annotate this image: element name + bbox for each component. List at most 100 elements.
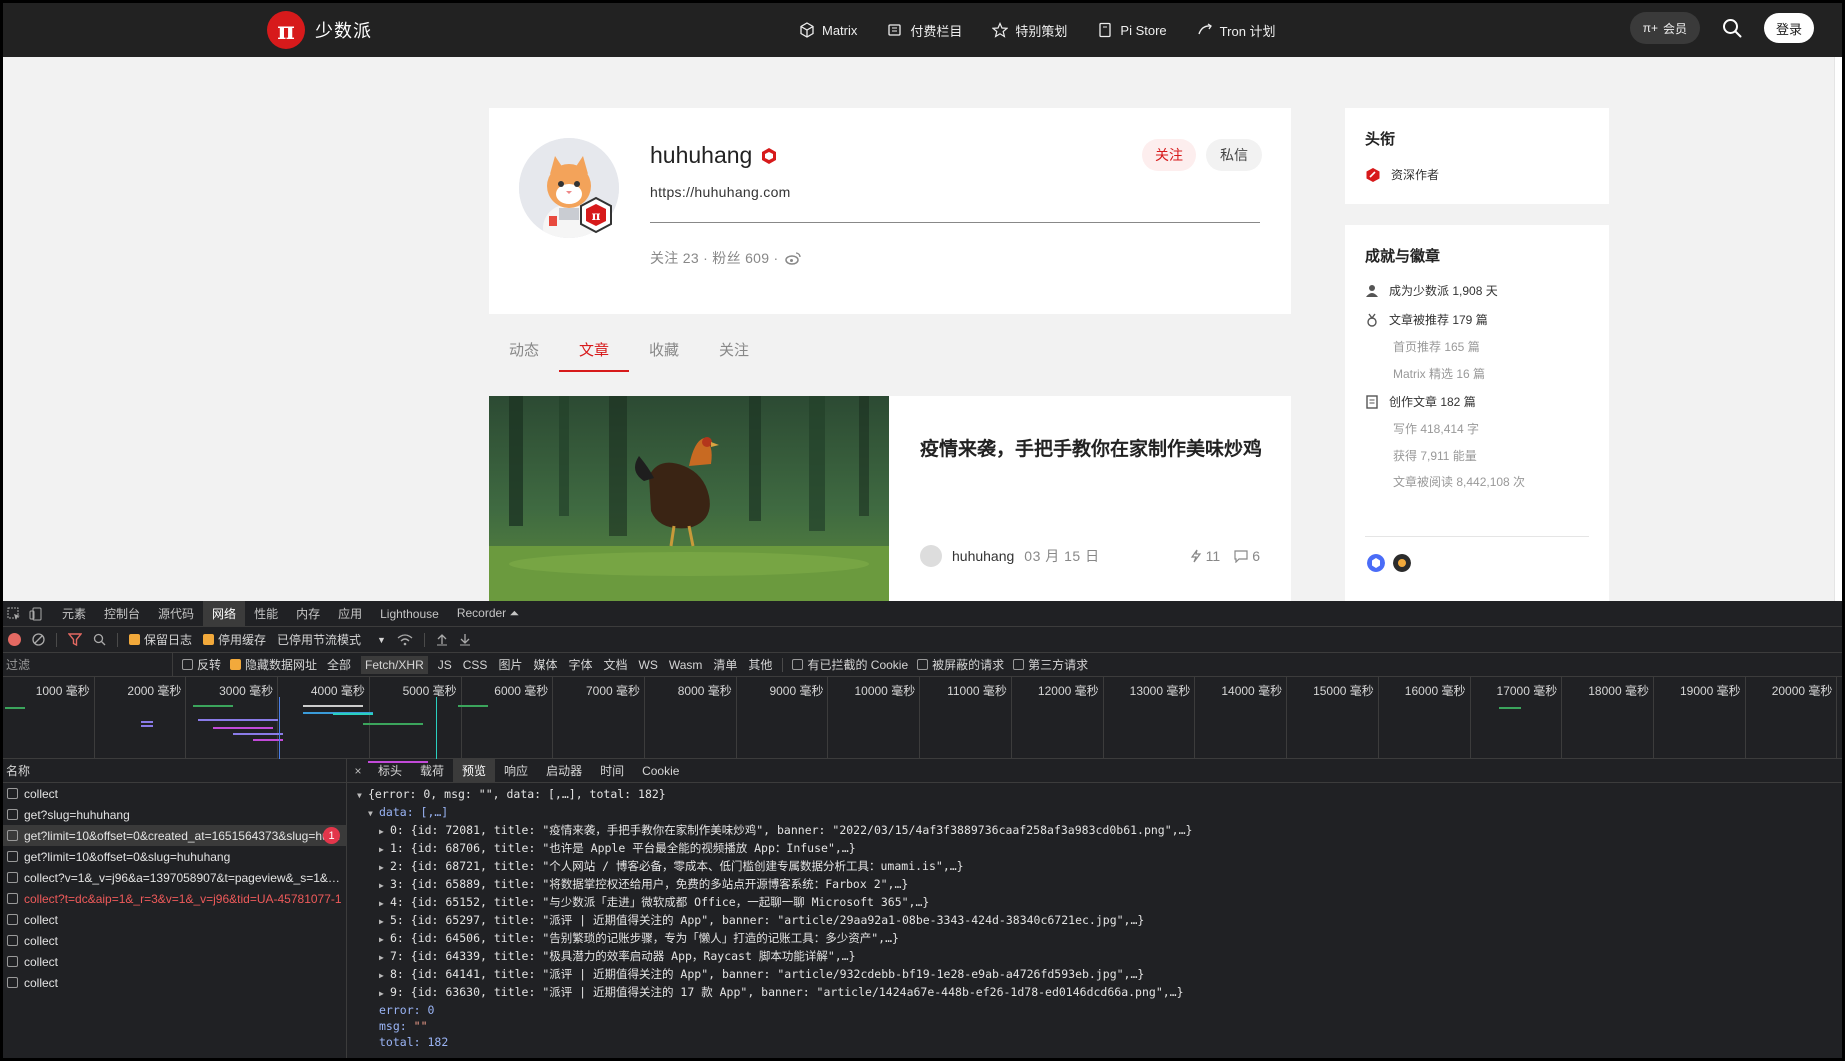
request-row[interactable]: collect	[3, 930, 346, 951]
throttle-select[interactable]: 已停用节流模式 ▼	[277, 631, 386, 648]
name-column-header[interactable]: 名称	[3, 759, 346, 783]
request-row[interactable]: collect?t=dc&aip=1&_r=3&v=1&_v=j96&tid=U…	[3, 888, 346, 909]
profile-tab[interactable]: 动态	[489, 325, 559, 373]
profile-tab[interactable]: 文章	[559, 325, 629, 373]
resource-type-filter[interactable]: 媒体	[532, 656, 558, 673]
login-button[interactable]: 登录	[1764, 13, 1814, 43]
devtools-tab[interactable]: 控制台	[95, 601, 149, 627]
resource-type-filter[interactable]: Fetch/XHR	[361, 655, 428, 674]
site-logo[interactable]: π 少数派	[267, 11, 372, 49]
filter-icon[interactable]	[68, 633, 82, 646]
filter-input[interactable]: 过滤	[3, 652, 173, 677]
inspect-icon[interactable]	[7, 607, 21, 621]
clear-icon[interactable]	[32, 633, 45, 646]
json-item[interactable]: ▶ 4: {id: 65152, title: "与少数派「走进」微软成都 Off…	[357, 894, 1842, 912]
request-row[interactable]: collect?v=1&_v=j96&a=1397058907&t=pagevi…	[3, 867, 346, 888]
close-icon[interactable]: ×	[347, 764, 369, 778]
blocked-requests-checkbox[interactable]: 被屏蔽的请求	[917, 656, 1004, 673]
stats-text[interactable]: 关注 23 · 粉丝 609 ·	[650, 248, 779, 268]
resource-type-filter[interactable]: 全部	[326, 656, 352, 673]
profile-tab[interactable]: 关注	[699, 325, 769, 373]
hide-data-urls-checkbox[interactable]: 隐藏数据网址	[230, 656, 317, 673]
nav-item-tron[interactable]: Tron 计划	[1197, 21, 1276, 40]
message-button[interactable]: 私信	[1206, 139, 1262, 171]
search-icon[interactable]	[1722, 18, 1742, 38]
nav-item-star[interactable]: 特别策划	[992, 21, 1067, 40]
devtools-tab[interactable]: Lighthouse	[371, 601, 448, 627]
comment-stat[interactable]: 6	[1234, 548, 1260, 564]
request-row[interactable]: collect	[3, 783, 346, 804]
nav-item-cube[interactable]: Matrix	[799, 22, 857, 38]
json-root[interactable]: ▼ {error: 0, msg: "", data: [,…], total: …	[357, 786, 1842, 804]
request-row[interactable]: get?limit=10&offset=0&slug=huhuhang	[3, 846, 346, 867]
article-title[interactable]: 疫情来袭，手把手教你在家制作美味炒鸡	[920, 436, 1270, 464]
detail-tab[interactable]: 启动器	[537, 759, 591, 783]
request-row[interactable]: get?slug=huhuhang	[3, 804, 346, 825]
resource-type-filter[interactable]: 文档	[602, 656, 628, 673]
devtools-tab[interactable]: 源代码	[149, 601, 203, 627]
issue-badge[interactable]: 1	[323, 827, 340, 844]
resource-type-filter[interactable]: 其他	[747, 656, 773, 673]
detail-tab[interactable]: 载荷	[411, 759, 453, 783]
detail-tab[interactable]: 预览	[453, 758, 496, 783]
network-overview-timeline[interactable]: 1000 毫秒 2000 毫秒 3000 毫秒 4000 毫秒 5000 毫秒 6000 …	[3, 677, 1842, 763]
resource-type-filter[interactable]: CSS	[462, 658, 489, 672]
article-author[interactable]: huhuhang	[952, 548, 1014, 564]
resource-type-filter[interactable]: Wasm	[668, 658, 704, 672]
detail-tab[interactable]: 标头	[369, 759, 411, 783]
follow-button[interactable]: 关注	[1142, 139, 1196, 171]
search-icon[interactable]	[93, 633, 106, 646]
user-website[interactable]: https://huhuhang.com	[650, 184, 791, 200]
resource-type-filter[interactable]: 图片	[497, 656, 523, 673]
invert-checkbox[interactable]: 反转	[182, 656, 221, 673]
json-item[interactable]: ▶ 0: {id: 72081, title: "疫情来袭，手把手教你在家制作美味…	[357, 822, 1842, 840]
json-item[interactable]: ▶ 5: {id: 65297, title: "派评 | 近期值得关注的 App…	[357, 912, 1842, 930]
import-har-icon[interactable]	[436, 633, 448, 646]
device-toolbar-icon[interactable]	[29, 607, 43, 621]
json-item[interactable]: ▶ 8: {id: 64141, title: "派评 | 近期值得关注的 App…	[357, 966, 1842, 984]
weibo-icon[interactable]	[784, 251, 801, 265]
vip-button[interactable]: π+ 会员	[1629, 12, 1700, 44]
request-row[interactable]: collect	[3, 972, 346, 993]
devtools-tab[interactable]: 元素	[53, 601, 95, 627]
devtools-tab[interactable]: 内存	[287, 601, 329, 627]
devtools-tab[interactable]: 性能	[245, 601, 287, 627]
record-icon[interactable]	[8, 633, 21, 646]
detail-tab[interactable]: 时间	[591, 759, 633, 783]
devtools-tab[interactable]: Recorder ⏶	[448, 601, 528, 627]
disable-cache-checkbox[interactable]: 停用缓存	[203, 631, 266, 648]
json-item[interactable]: ▶ 6: {id: 64506, title: "告别繁琐的记账步骤，专为「懒人」…	[357, 930, 1842, 948]
network-conditions-icon[interactable]	[397, 633, 413, 646]
nav-item-column[interactable]: 付费栏目	[887, 21, 962, 40]
resource-type-filter[interactable]: JS	[437, 658, 453, 672]
article-banner[interactable]	[489, 396, 889, 601]
json-item[interactable]: ▶ 3: {id: 65889, title: "将数据掌控权还给用户，免费的多站…	[357, 876, 1842, 894]
devtools-tab[interactable]: 网络	[203, 600, 246, 627]
json-item[interactable]: ▶ 1: {id: 68706, title: "也许是 Apple 平台最全能的…	[357, 840, 1842, 858]
dark-badge-icon[interactable]	[1393, 554, 1411, 572]
author-avatar[interactable]	[920, 545, 942, 567]
request-row[interactable]: collect	[3, 909, 346, 930]
nav-item-store[interactable]: Pi Store	[1097, 22, 1167, 38]
json-item[interactable]: ▶ 7: {id: 64339, title: "极具潜力的效率启动器 App，R…	[357, 948, 1842, 966]
json-data-node[interactable]: ▼ data: [,…]	[357, 804, 1842, 822]
json-item[interactable]: ▶ 2: {id: 68721, title: "个人网站 / 博客必备，零成本、…	[357, 858, 1842, 876]
request-row[interactable]: get?limit=10&offset=0&created_at=1651564…	[3, 825, 346, 846]
request-row[interactable]: collect	[3, 951, 346, 972]
like-stat[interactable]: 11	[1190, 548, 1220, 564]
export-har-icon[interactable]	[459, 633, 471, 646]
detail-tab[interactable]: 响应	[495, 759, 537, 783]
devtools-tab[interactable]: 应用	[329, 601, 371, 627]
resource-type-filter[interactable]: WS	[638, 658, 659, 672]
resource-type-filter[interactable]: 字体	[567, 656, 593, 673]
page-scrollbar[interactable]	[1834, 57, 1842, 601]
profile-tab[interactable]: 收藏	[629, 325, 699, 373]
preserve-log-checkbox[interactable]: 保留日志	[129, 631, 192, 648]
resource-type-filter[interactable]: 清单	[712, 656, 738, 673]
detail-tab[interactable]: Cookie	[633, 759, 688, 783]
blue-badge-icon[interactable]	[1367, 554, 1385, 572]
blocked-cookies-checkbox[interactable]: 有已拦截的 Cookie	[792, 656, 908, 673]
json-item[interactable]: ▶ 9: {id: 63630, title: "派评 | 近期值得关注的 17 …	[357, 984, 1842, 1002]
third-party-checkbox[interactable]: 第三方请求	[1013, 656, 1088, 673]
article-card[interactable]: 疫情来袭，手把手教你在家制作美味炒鸡 huhuhang 03 月 15 日 11…	[489, 396, 1291, 601]
